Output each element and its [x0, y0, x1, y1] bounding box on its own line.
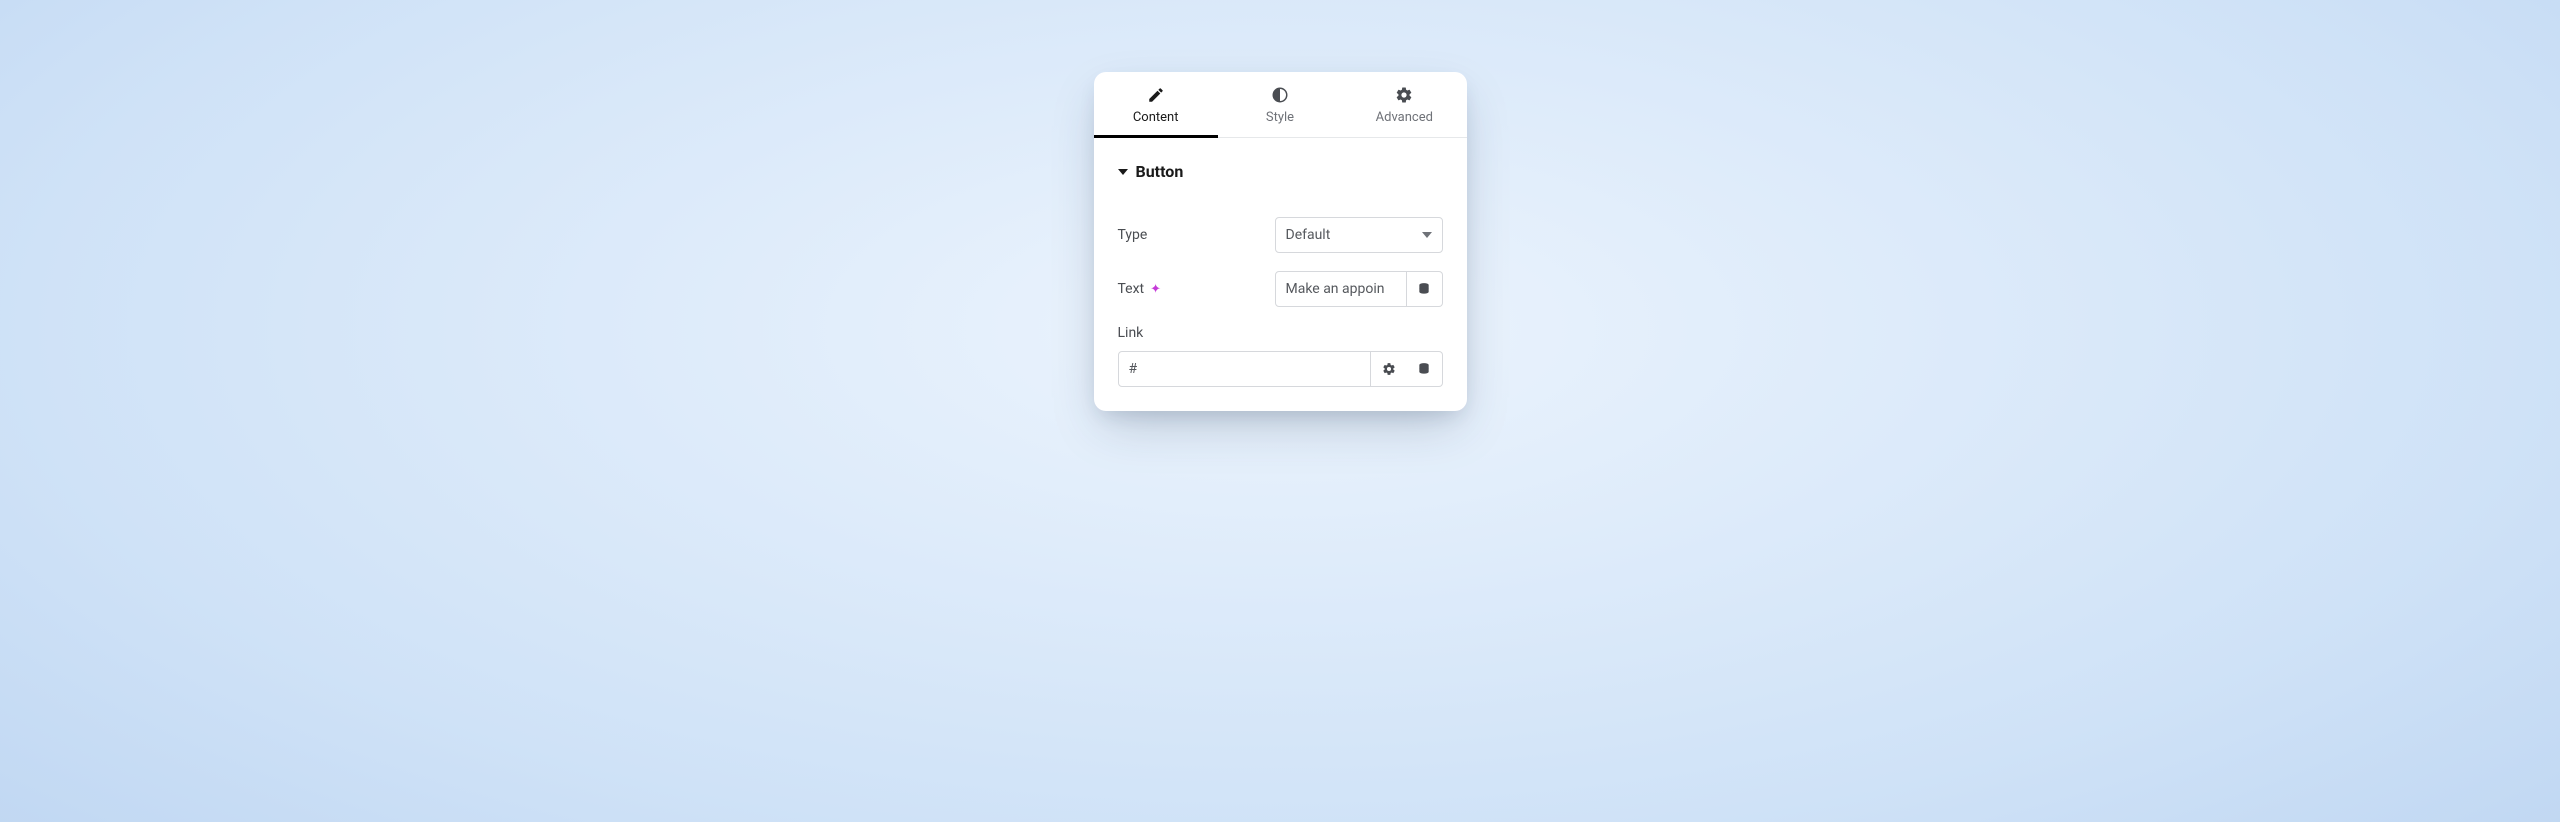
field-row-text: Text ✦ — [1118, 271, 1443, 307]
tabs-bar: Content Style Advanced — [1094, 72, 1467, 138]
ai-sparkle-icon: ✦ — [1150, 283, 1161, 296]
type-select-value: Default — [1286, 227, 1331, 243]
link-input-group — [1118, 351, 1443, 387]
text-input-group — [1275, 271, 1443, 307]
tab-content[interactable]: Content — [1094, 72, 1218, 137]
link-input[interactable] — [1118, 351, 1371, 387]
text-label-text: Text — [1118, 281, 1145, 297]
widget-settings-panel: Content Style Advanced Button Type Defau… — [1094, 72, 1467, 411]
fields-container: Type Default Text ✦ Link — [1094, 189, 1467, 411]
text-label: Text ✦ — [1118, 281, 1162, 297]
tab-advanced[interactable]: Advanced — [1342, 72, 1466, 137]
tab-style[interactable]: Style — [1218, 72, 1342, 137]
type-select[interactable]: Default — [1275, 217, 1443, 253]
tab-style-label: Style — [1266, 110, 1294, 125]
pencil-icon — [1147, 86, 1165, 104]
dynamic-tags-button[interactable] — [1407, 271, 1443, 307]
section-header-button[interactable]: Button — [1094, 138, 1467, 189]
chevron-down-icon — [1422, 232, 1432, 238]
database-icon — [1417, 282, 1431, 296]
gear-icon — [1395, 86, 1413, 104]
gear-icon — [1382, 362, 1396, 376]
type-label: Type — [1118, 227, 1148, 243]
tab-content-label: Content — [1133, 110, 1179, 125]
database-icon — [1417, 362, 1431, 376]
link-options-button[interactable] — [1371, 351, 1407, 387]
link-dynamic-tags-button[interactable] — [1407, 351, 1443, 387]
link-label: Link — [1118, 325, 1443, 341]
contrast-icon — [1271, 86, 1289, 104]
field-row-type: Type Default — [1118, 217, 1443, 253]
field-row-link: Link — [1118, 325, 1443, 387]
text-input[interactable] — [1275, 271, 1407, 307]
caret-down-icon — [1118, 169, 1128, 175]
section-title: Button — [1136, 162, 1184, 181]
tab-advanced-label: Advanced — [1376, 110, 1433, 125]
